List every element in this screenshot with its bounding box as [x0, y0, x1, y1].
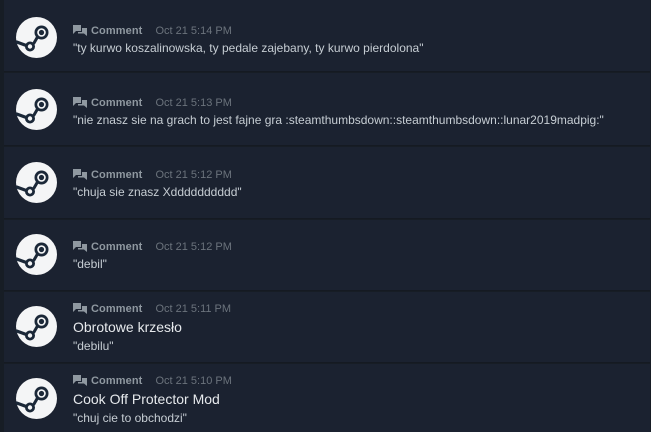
comment-text: "debil": [73, 257, 107, 271]
item-meta: Comment Oct 21 5:12 PM: [73, 240, 232, 254]
activity-item: Comment Oct 21 5:12 PM "debil": [4, 220, 650, 291]
activity-feed: Comment Oct 21 5:14 PM "ty kurwo koszali…: [0, 0, 651, 432]
activity-item: Comment Oct 21 5:12 PM "chuja sie znasz …: [4, 147, 650, 219]
item-timestamp: Oct 21 5:12 PM: [155, 241, 232, 253]
comment-text: "chuj cie to obchodzi": [73, 411, 187, 425]
activity-item: Comment Oct 21 5:14 PM "ty kurwo koszali…: [4, 0, 650, 72]
steam-logo-icon[interactable]: [15, 378, 57, 419]
item-title-link[interactable]: Cook Off Protector Mod: [73, 391, 220, 407]
comment-text: "nie znasz sie na grach to jest fajne gr…: [73, 113, 604, 127]
item-meta: Comment Oct 21 5:11 PM: [73, 302, 231, 316]
comment-text: "ty kurwo koszalinowska, ty pedale zajeb…: [73, 41, 424, 55]
item-timestamp: Oct 21 5:11 PM: [155, 303, 232, 315]
activity-item: Comment Oct 21 5:10 PM Cook Off Protecto…: [4, 364, 650, 432]
comment-text: "chuja sie znasz Xdddddddddd": [73, 185, 242, 199]
item-type-label: Comment: [91, 97, 143, 109]
item-meta: Comment Oct 21 5:14 PM: [73, 24, 232, 38]
item-type-label: Comment: [91, 25, 143, 37]
item-timestamp: Oct 21 5:12 PM: [155, 169, 232, 181]
steam-logo-icon[interactable]: [15, 306, 57, 347]
item-meta: Comment Oct 21 5:12 PM: [73, 168, 232, 182]
steam-logo-icon[interactable]: [15, 234, 57, 275]
item-meta: Comment Oct 21 5:10 PM: [73, 374, 232, 388]
steam-logo-icon[interactable]: [15, 162, 57, 203]
activity-item: Comment Oct 21 5:13 PM "nie znasz sie na…: [4, 73, 650, 146]
steam-logo-icon[interactable]: [15, 17, 57, 58]
steam-logo-icon[interactable]: [15, 89, 57, 130]
item-timestamp: Oct 21 5:13 PM: [155, 97, 232, 109]
comment-icon: [73, 303, 87, 315]
comment-icon: [73, 241, 87, 253]
item-type-label: Comment: [91, 169, 143, 181]
item-type-label: Comment: [91, 375, 143, 387]
comment-icon: [73, 169, 87, 181]
comment-icon: [73, 375, 87, 387]
item-type-label: Comment: [91, 303, 143, 315]
activity-item: Comment Oct 21 5:11 PM Obrotowe krzesło …: [4, 292, 650, 363]
item-timestamp: Oct 21 5:10 PM: [155, 375, 232, 387]
comment-icon: [73, 97, 87, 109]
item-title-link[interactable]: Obrotowe krzesło: [73, 319, 182, 335]
comment-icon: [73, 25, 87, 37]
item-timestamp: Oct 21 5:14 PM: [155, 25, 232, 37]
comment-text: "debilu": [73, 339, 114, 353]
item-meta: Comment Oct 21 5:13 PM: [73, 96, 232, 110]
item-type-label: Comment: [91, 241, 143, 253]
